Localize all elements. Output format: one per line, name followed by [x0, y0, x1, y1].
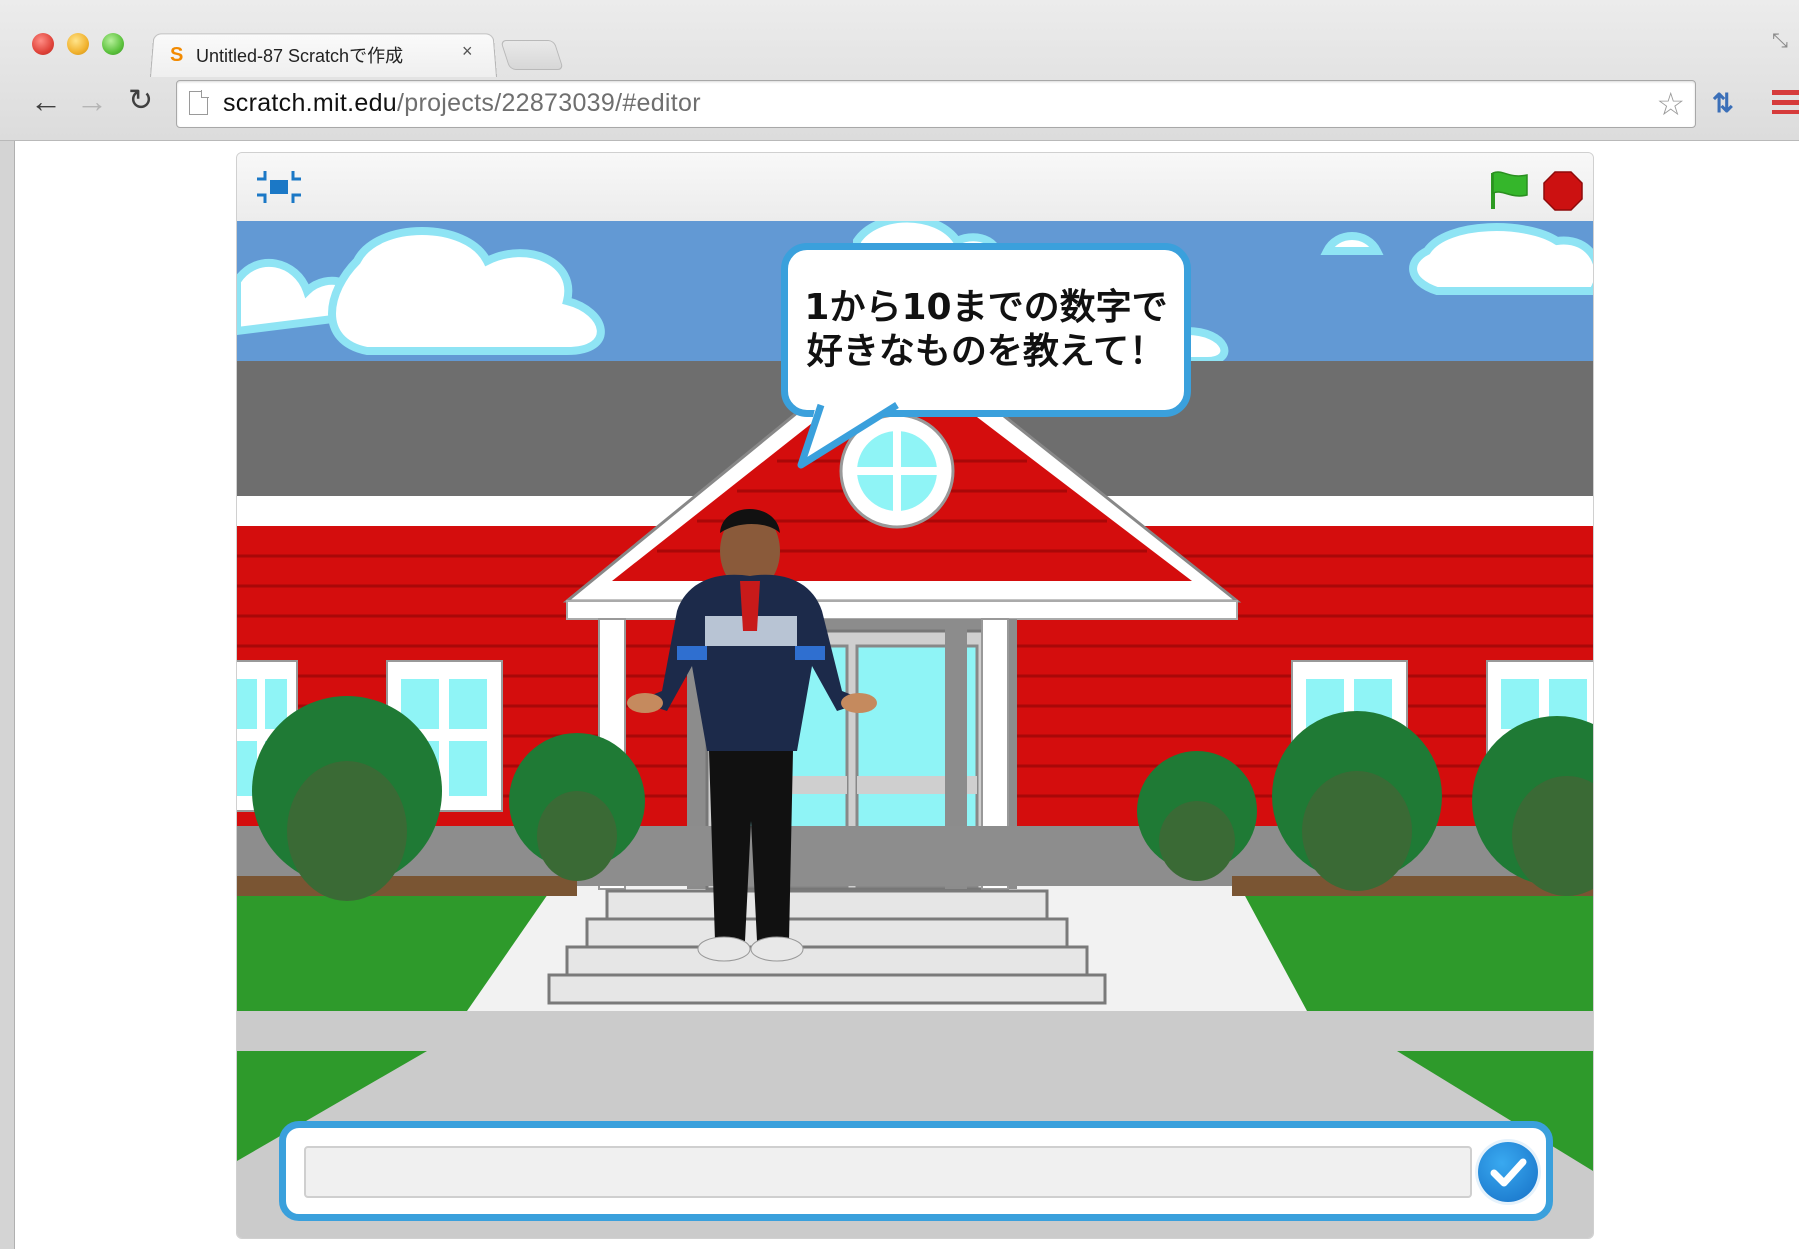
url-host: scratch.mit.edu	[223, 89, 398, 117]
ask-prompt-box	[279, 1121, 1553, 1221]
url-text[interactable]: scratch.mit.edu/projects/22873039/#edito…	[223, 89, 701, 118]
speech-bubble-tail	[797, 401, 899, 469]
speech-bubble: 1から10までの数字で好きなものを教えて！	[781, 243, 1191, 417]
checkmark-icon	[1490, 1158, 1527, 1187]
zoom-window-icon[interactable]	[102, 33, 124, 55]
forward-arrow-icon[interactable]: →	[76, 85, 108, 117]
fullscreen-toggle-icon[interactable]	[255, 167, 303, 207]
new-tab-button[interactable]	[500, 40, 564, 70]
window-left-frame	[0, 0, 15, 1249]
stop-sign-icon[interactable]	[1543, 171, 1583, 211]
project-stage[interactable]: 1から10までの数字で好きなものを教えて！	[237, 221, 1593, 1238]
url-path: /projects/22873039/#editor	[397, 89, 701, 117]
minimize-window-icon[interactable]	[67, 33, 89, 55]
submit-answer-button[interactable]	[1478, 1142, 1538, 1202]
scratch-player: 1から10までの数字で好きなものを教えて！	[236, 152, 1594, 1239]
chrome-menu-icon[interactable]	[1772, 90, 1799, 114]
fullscreen-resize-icon[interactable]: ⤡	[1772, 30, 1788, 53]
address-bar[interactable]: scratch.mit.edu/projects/22873039/#edito…	[176, 80, 1696, 128]
browser-chrome: S Untitled-87 Scratchで作成 × ⤡ ← → ↻ scrat…	[0, 0, 1799, 141]
scratch-favicon-icon: S	[170, 44, 184, 66]
tab-content[interactable]: S Untitled-87 Scratchで作成	[170, 38, 403, 72]
page-icon	[189, 90, 209, 115]
ask-answer-input[interactable]	[304, 1146, 1472, 1198]
extension-icon[interactable]: ⇅	[1712, 88, 1734, 119]
green-flag-icon[interactable]	[1487, 169, 1531, 211]
reload-icon[interactable]: ↻	[128, 86, 153, 116]
tab-close-icon[interactable]: ×	[462, 41, 473, 62]
bookmark-star-icon[interactable]: ☆	[1656, 85, 1685, 123]
tab-title: Untitled-87 Scratchで作成	[196, 46, 404, 66]
close-window-icon[interactable]	[32, 33, 54, 55]
back-arrow-icon[interactable]: ←	[30, 85, 62, 117]
player-toolbar	[237, 153, 1593, 222]
